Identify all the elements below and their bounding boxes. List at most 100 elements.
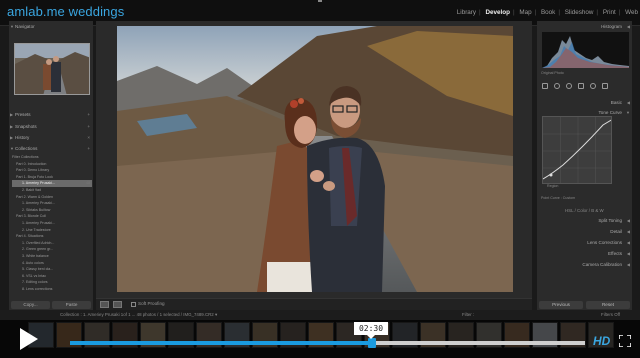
expand-triangle-icon: ◀ — [626, 251, 630, 256]
list-item[interactable]: Part 1. Bruja Foto Look — [12, 174, 92, 181]
expand-triangle-icon: ◀ — [626, 218, 630, 223]
list-item[interactable]: 8. Lens corrections — [12, 286, 92, 293]
expand-triangle-icon: ▶ — [10, 112, 14, 117]
before-after-icon[interactable] — [113, 301, 122, 308]
module-map[interactable]: Map — [519, 9, 531, 16]
reset-button[interactable]: Reset — [586, 301, 630, 309]
expand-triangle-icon: ▶ — [10, 135, 14, 140]
paste-button[interactable]: Paste — [52, 301, 91, 309]
histogram-chart[interactable] — [542, 32, 629, 68]
red-eye-icon[interactable] — [566, 83, 572, 89]
softproof-label: Soft Proofing — [138, 301, 165, 306]
presets-header[interactable]: ▶ Presets + — [9, 111, 93, 118]
expand-triangle-icon: ◀ — [626, 240, 630, 245]
tone-curve-header[interactable]: Tone Curve ▼ — [537, 109, 632, 116]
scrub-handle[interactable] — [368, 338, 376, 348]
snapshots-header[interactable]: ▶ Snapshots + — [9, 123, 93, 130]
adjustment-brush-icon[interactable] — [602, 83, 608, 89]
histogram-info: Original Photo — [541, 71, 564, 75]
list-item[interactable]: Part 4. Situations — [12, 233, 92, 240]
list-item[interactable]: 1. Ameriey Prusaki... — [12, 220, 92, 227]
right-panel: Histogram ◀ Original Photo Basic ◀ Tone … — [537, 21, 632, 310]
softproof-checkbox[interactable] — [131, 302, 136, 307]
progress-fill — [70, 341, 369, 345]
list-item[interactable]: 2. Sibtaks Builtow — [12, 207, 92, 214]
module-slideshow[interactable]: Slideshow — [565, 9, 594, 16]
collections-list: Filter Collections Part 0. Introduction … — [12, 154, 92, 292]
current-time: 02:30 — [354, 322, 388, 339]
add-snapshot-icon[interactable]: + — [87, 123, 90, 130]
expand-triangle-icon: ◀ — [626, 229, 630, 234]
list-item[interactable]: Part 0. Demo Library — [12, 167, 92, 174]
list-item-selected[interactable]: 1. Ameriey Prusaki... 48 — [12, 180, 92, 187]
collapse-triangle-icon: ▼ — [10, 24, 14, 29]
collections-header[interactable]: ▼ Collections + — [9, 145, 93, 152]
module-library[interactable]: Library — [457, 9, 476, 16]
panel-toggle-caret[interactable] — [318, 0, 322, 2]
progress-bar[interactable] — [70, 341, 585, 345]
collapse-triangle-icon: ▼ — [626, 110, 630, 115]
loupe-view-icon[interactable] — [100, 301, 109, 308]
tone-curve-editor[interactable] — [542, 116, 612, 184]
copy-button[interactable]: Copy... — [11, 301, 50, 309]
spot-removal-icon[interactable] — [554, 83, 560, 89]
wedding-couple-photo — [117, 26, 513, 292]
navigator-header[interactable]: ▼ Navigator — [9, 23, 93, 30]
radial-filter-icon[interactable] — [590, 83, 596, 89]
module-book[interactable]: Book — [541, 9, 555, 16]
list-item[interactable]: 7. Editing colors — [12, 279, 92, 286]
list-item[interactable]: Part 2. Warm & Golden — [12, 194, 92, 201]
camera-calibration-header[interactable]: Camera Calibration ◀ — [537, 261, 632, 268]
module-print[interactable]: Print — [603, 9, 616, 16]
list-item[interactable]: 2. Une Tradestore — [12, 227, 92, 234]
left-panel-buttons: Copy... Paste — [9, 300, 93, 310]
list-item[interactable]: 4. Auto colors — [12, 260, 92, 267]
list-item[interactable]: 2. Green green gr... — [12, 246, 92, 253]
filter-select[interactable]: Filters Off — [601, 310, 620, 320]
previous-button[interactable]: Previous — [539, 301, 583, 309]
main-photo[interactable] — [117, 26, 513, 292]
collapse-triangle-icon: ▼ — [10, 146, 14, 151]
module-web[interactable]: Web — [625, 9, 638, 16]
hd-quality-toggle[interactable]: HD — [593, 334, 610, 348]
fullscreen-icon[interactable] — [619, 335, 631, 347]
list-item[interactable]: 6. VSL vs Intac — [12, 273, 92, 280]
detail-header[interactable]: Detail ◀ — [537, 228, 632, 235]
filmstrip-header: Collection : 1. Ameriey Prusaki 1of 1 ..… — [0, 310, 640, 320]
right-panel-buttons: Previous Reset — [537, 300, 632, 310]
list-item[interactable]: 1. Overfiled Adrich... — [12, 240, 92, 247]
left-panel: ▼ Navigator ▶ Presets + ▶ Snapshots + ▶ … — [9, 21, 93, 310]
effects-header[interactable]: Effects ◀ — [537, 250, 632, 257]
list-item[interactable]: Part 3. Blonde Coll — [12, 213, 92, 220]
navigator-label: Navigator — [15, 24, 35, 29]
curve-region-label: Region — [547, 184, 559, 188]
lens-corrections-header[interactable]: Lens Corrections ◀ — [537, 239, 632, 246]
list-item[interactable]: 5. Classy beni cla... — [12, 266, 92, 273]
split-toning-header[interactable]: Split Toning ◀ — [537, 217, 632, 224]
list-item[interactable]: 1. Ameriey Prusaki... — [12, 200, 92, 207]
add-collection-icon[interactable]: + — [87, 145, 90, 152]
filmstrip-source-path[interactable]: Collection : 1. Ameriey Prusaki 1of 1 ..… — [60, 310, 217, 320]
point-curve-select[interactable]: Point Curve : Custom — [541, 196, 575, 200]
module-develop[interactable]: Develop — [485, 9, 510, 16]
list-item[interactable]: Part 0. Introduction — [12, 161, 92, 168]
navigator-preview[interactable] — [14, 43, 90, 95]
video-player-controls: 02:30 HD — [0, 320, 640, 358]
toolbar: Soft Proofing — [96, 298, 532, 310]
list-item[interactable]: 3. White balance — [12, 253, 92, 260]
graduated-filter-icon[interactable] — [578, 83, 584, 89]
histogram-header[interactable]: Histogram ◀ — [537, 23, 632, 30]
clear-history-icon[interactable]: × — [87, 134, 90, 141]
navigator-thumbnail-image — [15, 44, 89, 94]
list-item[interactable]: Filter Collections — [12, 154, 92, 161]
history-header[interactable]: ▶ History × — [9, 134, 93, 141]
add-preset-icon[interactable]: + — [87, 111, 90, 118]
hsl-tabs[interactable]: HSL / Color / B & W — [565, 208, 604, 213]
module-picker: Library | Develop | Map | Book | Slideshow | … — [456, 9, 638, 16]
filter-label: Filter : — [462, 312, 475, 317]
play-icon[interactable] — [20, 328, 38, 350]
expand-triangle-icon: ▶ — [10, 124, 14, 129]
basic-header[interactable]: Basic ◀ — [537, 99, 632, 106]
crop-icon[interactable] — [542, 83, 548, 89]
list-item[interactable]: 2. Bakit 9ad — [12, 187, 92, 194]
